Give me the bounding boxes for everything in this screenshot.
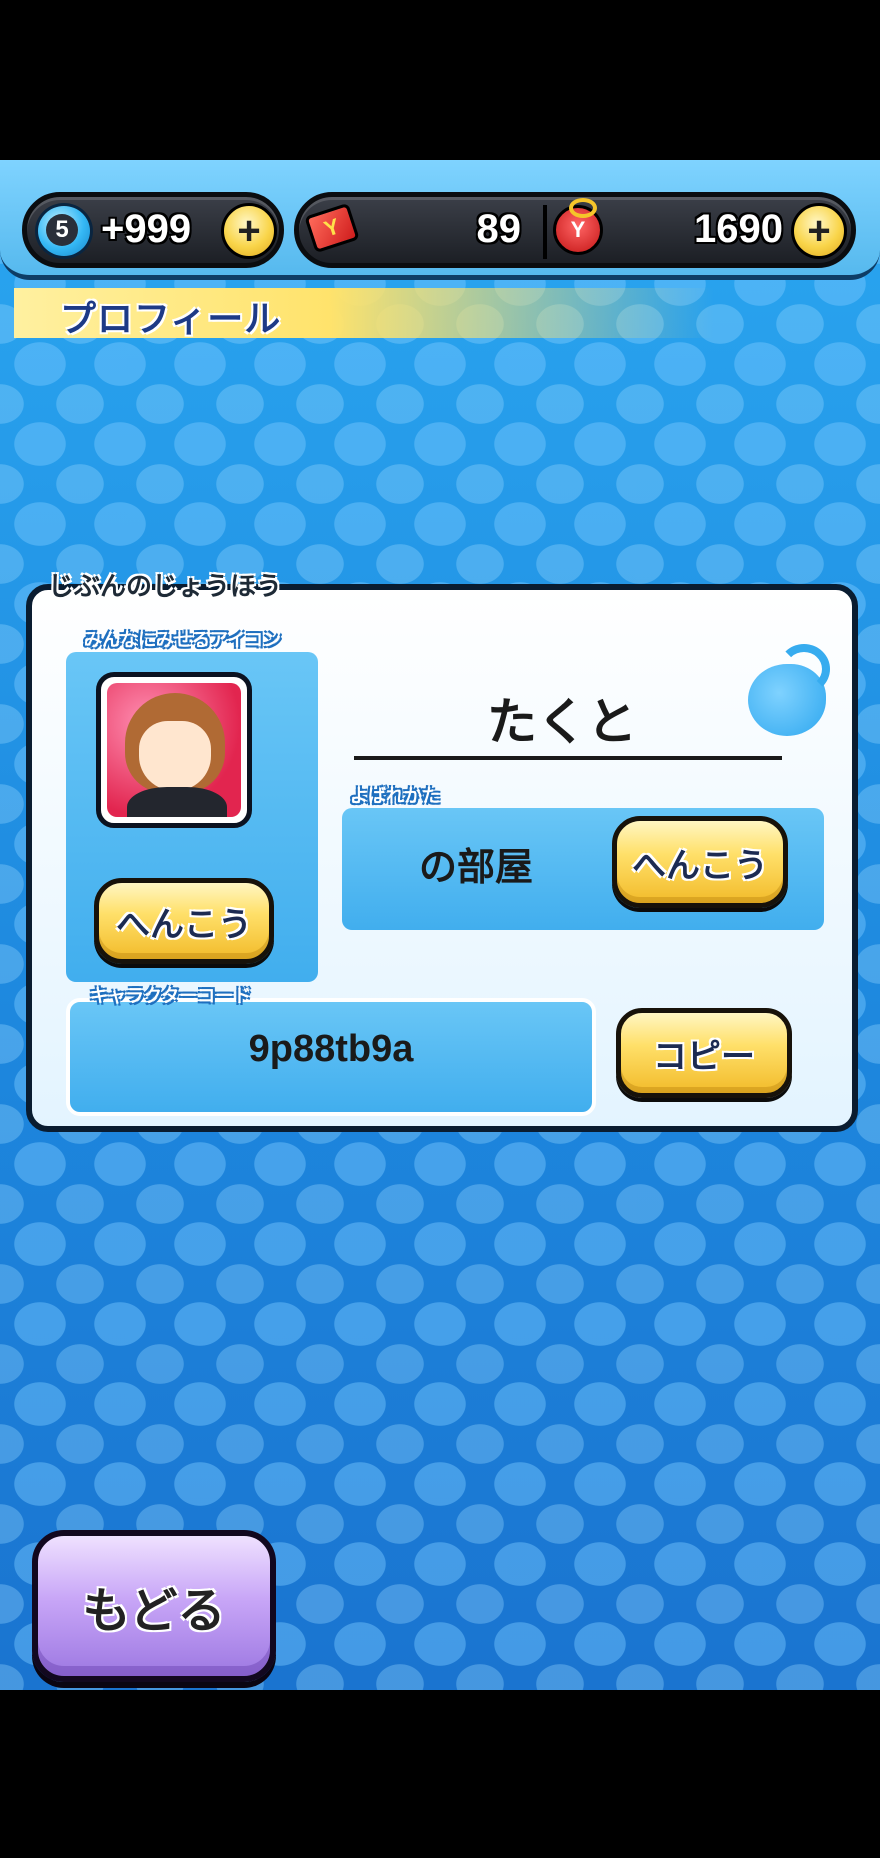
ticket-icon: Y xyxy=(304,202,360,254)
avatar xyxy=(96,672,252,828)
currency-pill: Y 89 Y 1690 + xyxy=(294,192,856,268)
back-button[interactable]: もどる xyxy=(32,1530,276,1682)
currency-divider xyxy=(543,205,547,259)
avatar-image xyxy=(107,683,241,817)
add-money-button[interactable]: + xyxy=(791,203,847,259)
title-value: の部屋 xyxy=(418,845,533,889)
level-number: 5 xyxy=(46,214,78,246)
game-screen: 5 +999 + Y 89 Y 1690 + プロフィール へんこう みんなにみ… xyxy=(0,160,880,1690)
my-info-label: じぶんのじょうほう xyxy=(48,572,283,602)
public-icon-label: みんなにみせるアイコン xyxy=(84,630,282,651)
currency-bar: 5 +999 + Y 89 Y 1690 + xyxy=(0,160,880,280)
public-icon-box: へんこう xyxy=(66,652,318,982)
spirit-drop-icon xyxy=(748,644,830,736)
screen-title-banner: プロフィール xyxy=(14,288,714,340)
character-code-value: 9p88tb9a xyxy=(248,1028,414,1070)
title-label: よばれかた xyxy=(350,786,440,807)
change-title-button[interactable]: へんこう xyxy=(612,816,788,908)
title-box: の部屋 へんこう xyxy=(342,808,824,930)
character-code-label: キャラクターコード xyxy=(90,986,252,1007)
level-drop-icon: 5 xyxy=(35,203,93,259)
stamina-pill: 5 +999 + xyxy=(22,192,284,268)
screen-title: プロフィール xyxy=(60,299,282,340)
character-code-box: 9p88tb9a xyxy=(66,998,596,1116)
name-underline xyxy=(354,756,782,760)
player-name: たくと xyxy=(487,693,637,751)
ticket-count: 89 xyxy=(476,207,522,251)
copy-code-button[interactable]: コピー xyxy=(616,1008,792,1098)
profile-panel: へんこう みんなにみせるアイコン たくと の部屋 へんこう よばれかた 9p88… xyxy=(26,584,858,1132)
money-value: 1690 xyxy=(694,207,783,251)
change-icon-button[interactable]: へんこう xyxy=(94,878,274,964)
stamina-value: +999 xyxy=(101,207,192,251)
purse-icon: Y xyxy=(553,198,603,255)
add-stamina-button[interactable]: + xyxy=(221,203,277,259)
